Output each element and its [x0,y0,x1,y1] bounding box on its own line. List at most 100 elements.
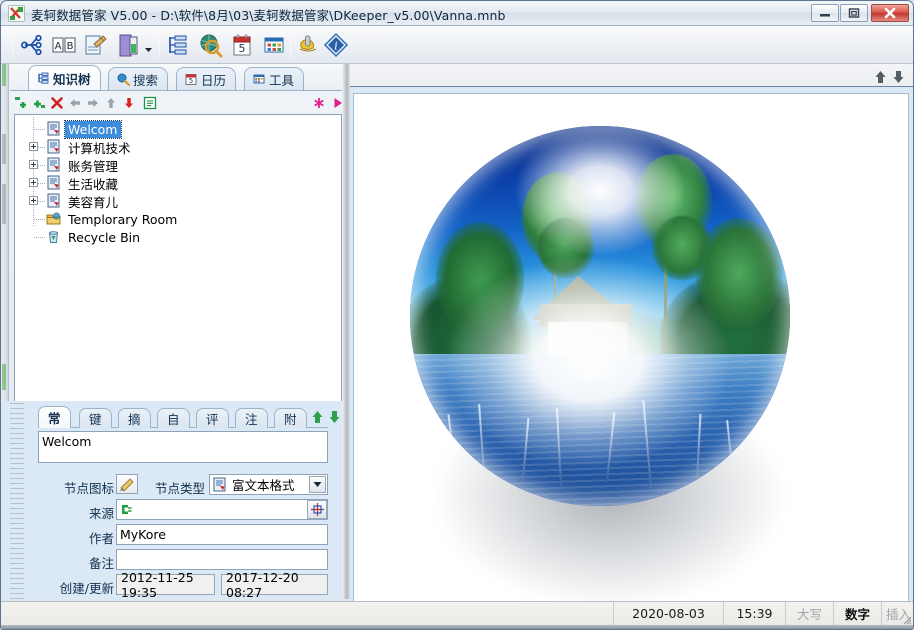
author-value: MyKore [120,527,166,542]
window-title: 麦轲数据管家 V5.00 - D:\软件\8月\03\麦轲数据管家\DKeepe… [31,8,506,23]
remark-field[interactable] [116,549,328,570]
tab-label: 工具 [269,72,295,88]
detail-next-icon[interactable] [328,409,341,423]
node-title-value: Welcom [42,434,92,449]
tab-label: 日历 [201,72,227,88]
add-child-node-icon[interactable] [32,95,46,109]
restore-button[interactable] [840,4,868,22]
detail-tab-abstract[interactable]: 摘 [118,408,151,428]
outline-list-icon[interactable] [163,30,193,60]
grid-icon [252,72,266,86]
resize-grip-icon[interactable] [900,610,912,625]
delete-node-icon[interactable] [50,95,64,109]
tree-node-temporary-room[interactable]: Templorary Room [15,210,341,228]
source-field[interactable] [116,499,328,520]
node-icon-button[interactable] [116,474,138,494]
edit-hand-icon[interactable] [81,30,111,60]
tab-search[interactable]: 搜索 [108,67,169,90]
rtf-doc-icon [46,193,61,208]
detail-tab-attach[interactable]: 附 [274,408,307,428]
svg-text:i: i [334,40,338,53]
chevron-down-icon[interactable] [309,476,326,493]
detail-tab-note[interactable]: 注 [235,408,268,428]
rtf-doc-icon [46,121,61,136]
svg-text:B: B [67,41,74,52]
node-type-label: 节点类型 [154,481,205,496]
detail-prev-icon[interactable] [311,409,324,423]
node-type-value: 富文本格式 [232,478,295,493]
status-bar: 2020-08-03 15:39 大写 数字 插入 [1,601,913,625]
node-type-select[interactable]: 富文本格式 [209,474,328,495]
expand-toggle-icon[interactable] [29,196,38,205]
tree-node-welcom[interactable]: Welcom [15,119,341,139]
expand-toggle-icon[interactable] [29,142,38,151]
move-up-icon[interactable] [104,95,118,109]
node-title-field[interactable]: Welcom [38,431,328,463]
panel-splitter-vertical[interactable] [342,64,350,599]
content-down-icon[interactable] [892,69,905,83]
asterisk-icon[interactable] [312,95,326,109]
detail-tab-label: 自 [167,412,180,427]
rtf-doc-icon [212,477,228,492]
tree-node-label: Recycle Bin [68,229,141,245]
detail-tab-self[interactable]: 自 [157,408,190,428]
search-globe-icon[interactable] [195,30,225,60]
ab-text-icon[interactable]: A B [49,30,79,60]
detail-tab-keys[interactable]: 键 [79,408,112,428]
content-canvas[interactable] [353,93,909,629]
add-sibling-node-icon[interactable] [14,95,28,109]
author-field[interactable]: MyKore [116,524,328,545]
recycle-bin-icon [46,229,61,244]
content-header-bar [350,64,913,87]
detail-tab-comment[interactable]: 评 [196,408,229,428]
app-logo-icon [8,5,25,22]
remark-label: 备注 [88,556,114,571]
node-icon-label: 节点图标 [63,481,114,496]
detail-tab-general[interactable]: 常 [38,406,71,428]
datetime-label: 创建/更新 [59,581,114,596]
tree-node-recycle-bin[interactable]: Recycle Bin [15,228,341,246]
tab-knowledge-tree[interactable]: 知识树 [28,65,101,90]
author-label: 作者 [88,531,114,546]
door-exit-icon[interactable] [113,30,143,60]
dropdown-arrow-icon[interactable] [143,40,154,52]
svg-text:5: 5 [189,77,193,85]
right-content-panel [350,64,913,629]
status-caps-lock: 大写 [785,602,833,625]
tab-tools[interactable]: 工具 [244,67,305,90]
branch-tree-icon[interactable] [17,30,47,60]
move-right-icon[interactable] [86,95,100,109]
updated-value: 2017-12-20 08:27 [226,569,299,600]
node-properties-icon[interactable] [143,95,157,110]
tree-node-computer-tech[interactable]: 计算机技术 [15,138,341,156]
tree-node-account-mgmt[interactable]: 账务管理 [15,156,341,174]
tree-node-label: 美容育儿 [68,194,119,210]
detail-content: 常 键 摘 自 评 注 附 Welcom 节点图标 节点类型 富文本格式 来源 … [10,401,342,600]
calendar-icon[interactable]: 5 [227,30,257,60]
close-button[interactable] [871,4,909,22]
grid-table-icon[interactable] [259,30,289,60]
tree-node-label: Welcom [64,119,122,139]
crosshair-icon[interactable] [307,500,327,519]
detail-tab-label: 键 [89,412,102,427]
tree-icon [36,71,50,85]
content-up-icon[interactable] [874,69,887,83]
application-window: 麦轲数据管家 V5.00 - D:\软件\8月\03\麦轲数据管家\DKeepe… [0,0,914,630]
left-tab-strip: 知识树 搜索 5 日历 工具 [10,64,342,90]
expand-toggle-icon[interactable] [29,160,38,169]
title-bar: 麦轲数据管家 V5.00 - D:\软件\8月\03\麦轲数据管家\DKeepe… [1,1,913,26]
gear-tools-icon[interactable] [293,30,323,60]
updated-datetime: 2017-12-20 08:27 [221,570,328,600]
expand-toggle-icon[interactable] [29,178,38,187]
tab-calendar[interactable]: 5 日历 [176,67,237,90]
tree-node-life-collection[interactable]: 生活收藏 [15,174,341,192]
move-down-icon[interactable] [122,95,136,109]
minimize-button[interactable] [811,4,839,22]
info-icon[interactable]: i [321,30,351,60]
source-label: 来源 [88,506,114,521]
status-time: 15:39 [723,602,785,625]
move-left-icon[interactable] [68,95,82,109]
link-green-icon [120,503,134,517]
status-time-value: 15:39 [736,606,773,621]
tree-node-beauty-parenting[interactable]: 美容育儿 [15,192,341,210]
